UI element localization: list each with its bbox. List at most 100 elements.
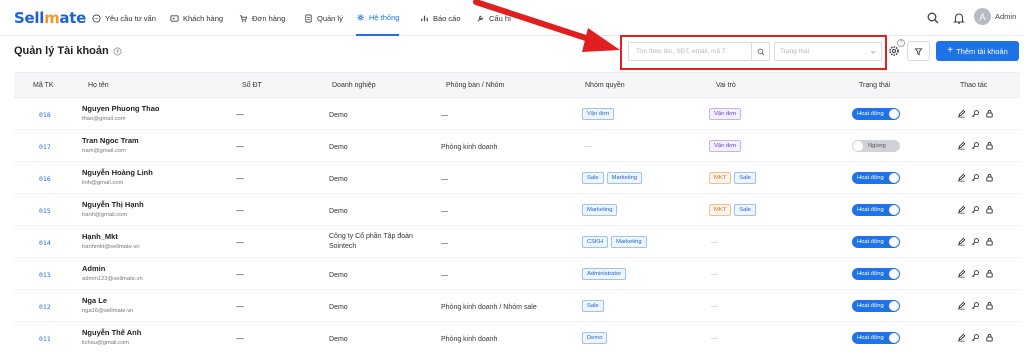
account-department: — bbox=[441, 240, 448, 247]
business-line-2: Sointech bbox=[329, 243, 357, 250]
status-toggle[interactable]: Ngừng bbox=[852, 140, 900, 152]
nav-item-orders[interactable]: Đơn hàng bbox=[239, 0, 285, 36]
toggle-knob bbox=[889, 109, 899, 119]
table-row[interactable]: 014 Hạnh_Mkt hanhmkt@sellmate.vn — Công … bbox=[14, 227, 1020, 258]
account-id-link[interactable]: 013 bbox=[39, 271, 51, 279]
account-email: hanh@gmail.com bbox=[82, 212, 128, 218]
table-row[interactable]: 015 Nguyễn Thị Hạnh hanh@gmail.com — Dem… bbox=[14, 195, 1020, 226]
account-email: nga16@sellmate.vn bbox=[82, 308, 134, 314]
nav-item-reports[interactable]: Báo cáo bbox=[420, 0, 461, 36]
user-name[interactable]: Admin bbox=[995, 12, 1016, 21]
account-id-link[interactable]: 015 bbox=[39, 207, 51, 215]
col-header-phone: Số ĐT bbox=[242, 82, 262, 89]
account-business: Demo bbox=[329, 144, 348, 151]
status-toggle[interactable]: Hoạt động bbox=[852, 204, 900, 216]
table-row[interactable]: 013 Admin admin123@sellmate.vn — Demo — … bbox=[14, 259, 1020, 290]
key-icon[interactable] bbox=[971, 173, 980, 182]
status-filter-select[interactable]: Trạng thái bbox=[774, 42, 882, 61]
status-toggle[interactable]: Hoạt động bbox=[852, 332, 900, 344]
account-id-link[interactable]: 018 bbox=[39, 111, 51, 119]
permission-tag: Sale bbox=[582, 172, 604, 184]
table-row[interactable]: 012 Nga Le nga16@sellmate.vn — Demo Phòn… bbox=[14, 291, 1020, 322]
page-title-text: Quản lý Tài khoản bbox=[14, 45, 109, 57]
edit-icon[interactable] bbox=[957, 141, 966, 150]
search-button[interactable] bbox=[751, 43, 769, 60]
table-row[interactable]: 016 Nguyễn Hoàng Linh linh@gmail.com — D… bbox=[14, 163, 1020, 194]
permission-tags: CSKH Marketing bbox=[582, 236, 647, 248]
filter-button[interactable] bbox=[907, 41, 930, 61]
key-icon[interactable] bbox=[971, 237, 980, 246]
edit-icon[interactable] bbox=[957, 333, 966, 342]
edit-icon[interactable] bbox=[957, 109, 966, 118]
account-email: tram@gmail.com bbox=[82, 148, 126, 154]
bell-icon[interactable] bbox=[952, 11, 966, 25]
permission-tags: Marketing bbox=[582, 204, 618, 216]
account-department: Phòng kinh doanh bbox=[441, 144, 498, 151]
settings-hint-badge: ? bbox=[897, 39, 905, 47]
status-toggle[interactable]: Hoạt động bbox=[852, 268, 900, 280]
lock-icon[interactable] bbox=[985, 205, 994, 214]
lock-icon[interactable] bbox=[985, 333, 994, 342]
account-id-link[interactable]: 017 bbox=[39, 143, 51, 151]
status-label: Hoạt động bbox=[857, 111, 884, 117]
account-id-link[interactable]: 012 bbox=[39, 303, 51, 311]
table-row[interactable]: 018 Nguyen Phuong Thao thao@gmail.com — … bbox=[14, 99, 1020, 130]
nav-item-system[interactable]: Hệ thống bbox=[356, 0, 400, 36]
lock-icon[interactable] bbox=[985, 141, 994, 150]
edit-icon[interactable] bbox=[957, 269, 966, 278]
account-id-link[interactable]: 016 bbox=[39, 175, 51, 183]
nav-item-consult-requests[interactable]: Yêu cầu tư vấn bbox=[92, 0, 156, 36]
account-id-link[interactable]: 014 bbox=[39, 239, 51, 247]
document-icon bbox=[305, 13, 312, 23]
col-header-permission-group: Nhóm quyền bbox=[585, 82, 625, 89]
status-label: Hoạt động bbox=[857, 335, 884, 341]
toggle-knob bbox=[889, 173, 899, 183]
edit-icon[interactable] bbox=[957, 173, 966, 182]
lock-icon[interactable] bbox=[985, 237, 994, 246]
account-business: Công ty Cổ phần Tập đoàn Sointech bbox=[329, 232, 413, 252]
help-icon[interactable]: ? bbox=[113, 47, 122, 56]
role-tags: MKT Sale bbox=[709, 172, 756, 184]
key-icon[interactable] bbox=[971, 269, 980, 278]
lock-icon[interactable] bbox=[985, 301, 994, 310]
table-row[interactable]: 017 Tran Ngoc Tram tram@gmail.com — Demo… bbox=[14, 131, 1020, 162]
add-account-button[interactable]: + Thêm tài khoản bbox=[936, 41, 1019, 61]
edit-icon[interactable] bbox=[957, 205, 966, 214]
key-icon[interactable] bbox=[971, 141, 980, 150]
toggle-knob bbox=[889, 301, 899, 311]
account-search-input[interactable] bbox=[629, 43, 751, 60]
status-toggle[interactable]: Hoạt động bbox=[852, 236, 900, 248]
nav-item-management[interactable]: Quản lý bbox=[304, 0, 343, 36]
permission-tags: Sale bbox=[582, 300, 604, 312]
lock-icon[interactable] bbox=[985, 269, 994, 278]
nav-item-config[interactable]: Cấu hì bbox=[476, 0, 511, 36]
lock-icon[interactable] bbox=[985, 173, 994, 182]
status-toggle[interactable]: Hoạt động bbox=[852, 172, 900, 184]
table-row[interactable]: 011 Nguyễn Thế Anh lichsu@gmail.com — De… bbox=[14, 323, 1020, 353]
status-toggle[interactable]: Hoạt động bbox=[852, 300, 900, 312]
status-label: Hoạt động bbox=[857, 175, 884, 181]
nav-item-customers[interactable]: Khách hàng bbox=[170, 0, 223, 36]
col-header-role: Vai trò bbox=[716, 82, 736, 89]
chevron-down-icon bbox=[870, 50, 876, 54]
account-name: Nga Le bbox=[82, 296, 108, 305]
account-id-link[interactable]: 011 bbox=[39, 335, 51, 343]
key-icon[interactable] bbox=[971, 301, 980, 310]
col-header-actions: Thao tác bbox=[960, 82, 988, 89]
permission-tag: Administrator bbox=[582, 268, 627, 280]
account-email: hanhmkt@sellmate.vn bbox=[82, 244, 140, 250]
permission-tag: Sale bbox=[582, 300, 604, 312]
search-icon[interactable] bbox=[926, 11, 940, 25]
avatar[interactable]: A bbox=[974, 8, 991, 25]
key-icon[interactable] bbox=[971, 109, 980, 118]
edit-icon[interactable] bbox=[957, 237, 966, 246]
key-icon[interactable] bbox=[971, 333, 980, 342]
sellmate-logo[interactable]: Sellmate bbox=[14, 9, 86, 27]
edit-icon[interactable] bbox=[957, 301, 966, 310]
status-toggle[interactable]: Hoạt động bbox=[852, 108, 900, 120]
account-department: — bbox=[441, 176, 448, 183]
account-business: Demo bbox=[329, 208, 348, 215]
account-phone: — bbox=[236, 334, 244, 343]
key-icon[interactable] bbox=[971, 205, 980, 214]
lock-icon[interactable] bbox=[985, 109, 994, 118]
